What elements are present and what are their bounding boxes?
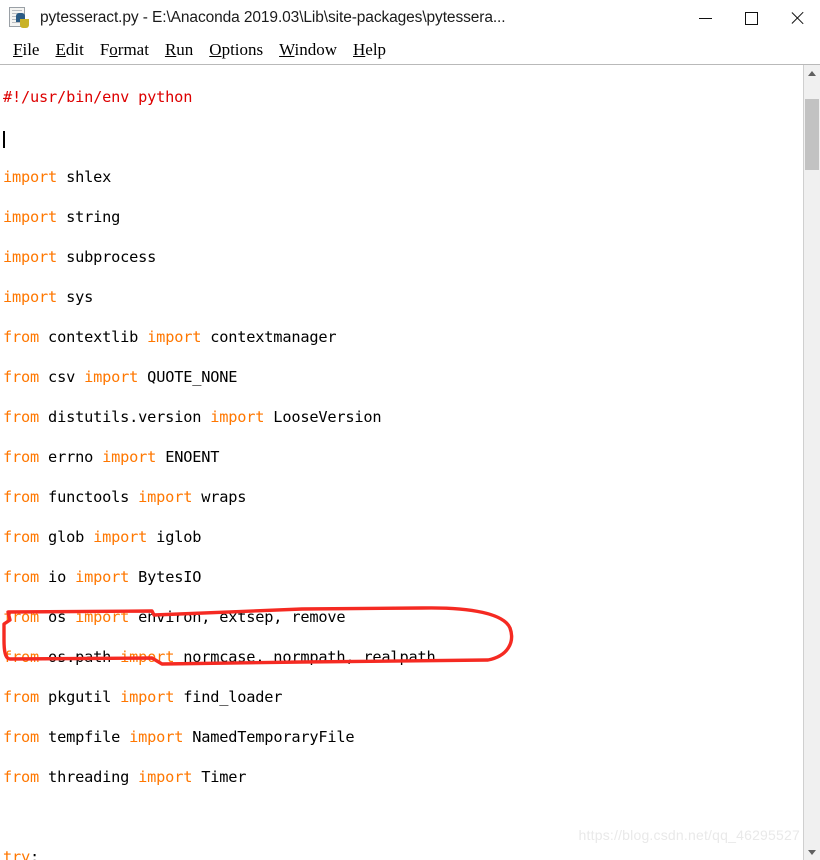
code-line: from glob import iglob [3,528,202,546]
vertical-scrollbar[interactable] [804,65,820,860]
code-line: from io import BytesIO [3,568,202,586]
menu-bar: File Edit Format Run Options Window Help [0,36,820,65]
code-line: from pkgutil import find_loader [3,688,283,706]
code-line: import sys [3,288,94,306]
minimize-icon [698,17,712,19]
code-line: from os import environ, extsep, remove [3,608,346,626]
menu-item-window[interactable]: Window [271,40,345,60]
minimize-button[interactable] [682,0,728,36]
code-line: import subprocess [3,248,157,266]
code-text-area[interactable]: #!/usr/bin/env python import shlex impor… [0,65,804,860]
title-bar: pytesseract.py - E:\Anaconda 2019.03\Lib… [0,0,820,36]
editor-region: #!/usr/bin/env python import shlex impor… [0,65,820,860]
chevron-down-icon [808,849,816,855]
watermark-text: https://blog.csdn.net/qq_46295527 [578,827,800,843]
scroll-down-button[interactable] [804,844,820,860]
source-code: #!/usr/bin/env python import shlex impor… [3,67,472,860]
code-line: from functools import wraps [3,488,247,506]
maximize-button[interactable] [728,0,774,36]
idle-editor-window: pytesseract.py - E:\Anaconda 2019.03\Lib… [0,0,820,860]
menu-item-help[interactable]: Help [345,40,394,60]
code-line: from contextlib import contextmanager [3,328,337,346]
code-line: #!/usr/bin/env python [3,88,193,106]
code-line: from distutils.version import LooseVersi… [3,408,382,426]
menu-item-run[interactable]: Run [157,40,201,60]
code-line: from os.path import normcase, normpath, … [3,648,436,666]
window-controls [682,0,820,36]
chevron-up-icon [808,70,816,76]
menu-item-file[interactable]: File [5,40,47,60]
menu-item-format[interactable]: Format [92,40,157,60]
code-line: import string [3,208,121,226]
menu-item-edit[interactable]: Edit [47,40,91,60]
close-button[interactable] [774,0,820,36]
python-file-icon [8,6,32,30]
code-line: from threading import Timer [3,768,247,786]
scrollbar-thumb[interactable] [805,99,819,170]
code-line: import shlex [3,168,112,186]
text-caret [3,131,5,148]
code-line: from tempfile import NamedTemporaryFile [3,728,355,746]
code-line: from errno import ENOENT [3,448,220,466]
scroll-up-button[interactable] [804,65,820,81]
code-line: try: [3,848,40,860]
menu-item-options[interactable]: Options [201,40,271,60]
code-line: from csv import QUOTE_NONE [3,368,238,386]
close-icon [789,10,805,26]
window-title: pytesseract.py - E:\Anaconda 2019.03\Lib… [40,9,506,26]
maximize-icon [744,11,758,25]
